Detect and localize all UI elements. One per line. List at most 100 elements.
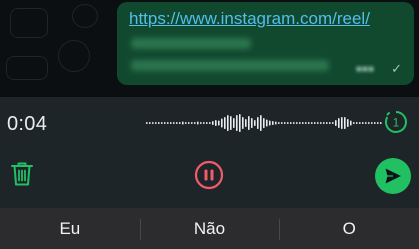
message-time: ■■■ (355, 64, 374, 75)
waveform-bar (311, 122, 313, 124)
wallpaper-doodle (72, 4, 98, 28)
waveform-bar (185, 122, 187, 124)
send-button[interactable] (375, 158, 411, 194)
waveform-bar (251, 118, 253, 128)
waveform-bar (158, 122, 160, 124)
send-icon (385, 168, 401, 184)
waveform-bar (182, 121, 184, 125)
waveform-bar (284, 122, 286, 124)
waveform-bar (200, 122, 202, 124)
waveform-bar (224, 117, 226, 129)
message-bubble[interactable]: https://www.instagram.com/reel/ ■■■ ✓ (117, 2, 414, 85)
waveform-bar (299, 122, 301, 124)
waveform-bar (188, 122, 190, 124)
redacted-text (131, 60, 329, 71)
waveform-bar (266, 119, 268, 127)
waveform-bar (152, 122, 154, 124)
waveform-bar (197, 121, 199, 125)
waveform-bar (356, 122, 358, 124)
waveform-bar (254, 120, 256, 126)
wallpaper-doodle (58, 40, 90, 72)
waveform-bar (323, 122, 325, 124)
waveform-bar (179, 122, 181, 124)
waveform-bar (302, 122, 304, 124)
waveform-bar (314, 122, 316, 124)
waveform-bar (341, 117, 343, 129)
waveform-bar (146, 122, 148, 124)
waveform-bar (338, 118, 340, 128)
waveform-bar (203, 122, 205, 124)
recording-timer: 0:04 (7, 113, 48, 135)
waveform-bar (167, 122, 169, 124)
waveform-bar (221, 118, 223, 128)
waveform-bar (344, 117, 346, 129)
waveform-bar (176, 122, 178, 124)
waveform-bar (206, 122, 208, 124)
waveform-bar (374, 122, 376, 124)
view-once-icon[interactable]: 1 (383, 109, 409, 135)
waveform-bar (239, 114, 241, 132)
waveform (146, 114, 382, 132)
trash-icon[interactable] (10, 161, 34, 187)
waveform-bar (269, 120, 271, 126)
waveform-bar (149, 122, 151, 124)
waveform-bar (161, 122, 163, 124)
pause-circle-icon[interactable] (194, 160, 224, 190)
waveform-bar (272, 121, 274, 125)
waveform-bar (332, 122, 334, 124)
waveform-bar (236, 115, 238, 131)
keyboard-suggestion-bar: Eu Não O (0, 208, 419, 249)
voice-recorder-panel: 0:04 1 (0, 97, 419, 208)
waveform-bar (248, 116, 250, 130)
waveform-bar (347, 119, 349, 127)
waveform-bar (353, 122, 355, 124)
waveform-bar (287, 122, 289, 124)
single-check-icon: ✓ (391, 61, 402, 76)
view-once-label: 1 (393, 116, 400, 130)
waveform-bar (305, 122, 307, 124)
waveform-bar (263, 118, 265, 128)
waveform-bar (317, 122, 319, 124)
waveform-bar (293, 122, 295, 124)
waveform-bar (218, 120, 220, 126)
waveform-bar (329, 122, 331, 124)
suggestion-item[interactable]: Não (139, 208, 280, 249)
waveform-bar (260, 115, 262, 131)
waveform-bar (380, 122, 382, 124)
waveform-bar (308, 122, 310, 124)
waveform-bar (359, 122, 361, 124)
waveform-bar (320, 122, 322, 124)
waveform-bar (212, 121, 214, 125)
waveform-bar (194, 122, 196, 124)
waveform-bar (245, 119, 247, 127)
waveform-bar (335, 120, 337, 126)
waveform-bar (326, 122, 328, 124)
waveform-bar (278, 122, 280, 124)
waveform-bar (242, 117, 244, 129)
chat-area: https://www.instagram.com/reel/ ■■■ ✓ (0, 0, 419, 97)
waveform-bar (281, 122, 283, 124)
waveform-bar (230, 116, 232, 130)
waveform-bar (296, 122, 298, 124)
message-link[interactable]: https://www.instagram.com/reel/ (129, 9, 370, 29)
waveform-bar (170, 122, 172, 124)
waveform-bar (365, 122, 367, 124)
waveform-bar (350, 120, 352, 126)
waveform-bar (257, 117, 259, 129)
waveform-bar (173, 122, 175, 124)
waveform-bar (362, 122, 364, 124)
waveform-bar (377, 122, 379, 124)
waveform-bar (371, 122, 373, 124)
redacted-text (131, 38, 251, 49)
waveform-bar (191, 122, 193, 124)
waveform-bar (275, 121, 277, 125)
suggestion-item[interactable]: O (279, 208, 419, 249)
suggestion-item[interactable]: Eu (0, 208, 140, 249)
wallpaper-doodle (6, 56, 48, 80)
waveform-bar (155, 122, 157, 124)
waveform-bar (290, 122, 292, 124)
waveform-bar (368, 122, 370, 124)
waveform-bar (209, 122, 211, 124)
waveform-bar (227, 115, 229, 131)
waveform-bar (215, 120, 217, 126)
